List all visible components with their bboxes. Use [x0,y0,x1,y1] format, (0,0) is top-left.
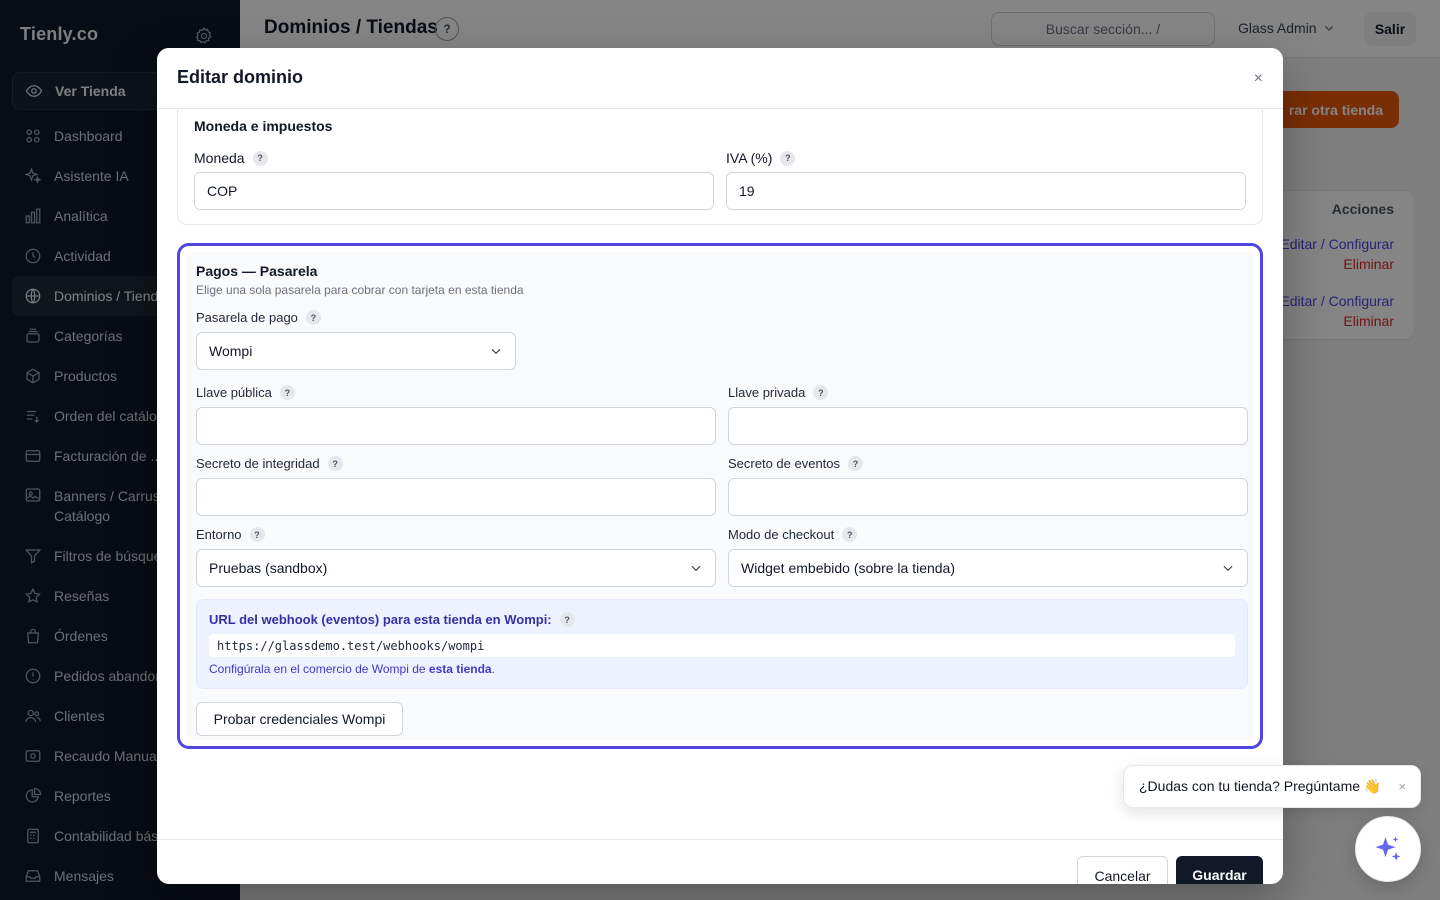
vat-label: IVA (%) ? [726,150,796,166]
environment-select[interactable]: Pruebas (sandbox) [196,549,716,587]
modal-header: Editar dominio × [157,48,1283,109]
test-credentials-button[interactable]: Probar credenciales Wompi [196,702,403,736]
currency-input[interactable]: COP [194,172,714,210]
environment-label: Entorno ? [196,527,265,542]
webhook-info-box: URL del webhook (eventos) para esta tien… [196,599,1248,689]
modal-footer: Cancelar Guardar [157,839,1283,884]
help-icon[interactable]: ? [279,385,295,400]
section-title: Pagos — Pasarela [196,263,318,279]
gateway-label: Pasarela de pago ? [196,310,321,325]
events-secret-label-text: Secreto de eventos [728,456,841,471]
private-key-label: Llave privada ? [728,385,829,400]
chevron-down-icon [491,348,501,355]
help-icon[interactable]: ? [780,150,796,166]
events-secret-input[interactable] [728,478,1248,516]
help-icon[interactable]: ? [559,612,575,627]
section-subtitle: Elige una sola pasarela para cobrar con … [196,283,524,297]
gateway-label-text: Pasarela de pago [196,310,298,325]
section-title: Moneda e impuestos [194,118,333,134]
help-icon[interactable]: ? [848,456,864,471]
currency-label-text: Moneda [194,150,245,166]
environment-select-value: Pruebas (sandbox) [209,560,328,576]
help-icon[interactable]: ? [813,385,829,400]
close-icon[interactable]: × [1254,70,1263,88]
checkout-mode-label: Modo de checkout ? [728,527,858,542]
webhook-title: URL del webhook (eventos) para esta tien… [209,612,575,627]
webhook-note-bold: esta tienda [428,662,492,676]
private-key-input[interactable] [728,407,1248,445]
vat-input[interactable]: 19 [726,172,1246,210]
integrity-secret-label-text: Secreto de integridad [196,456,320,471]
webhook-url[interactable]: https://glassdemo.test/webhooks/wompi [209,634,1235,657]
chevron-down-icon [691,565,701,572]
checkout-mode-select[interactable]: Widget embebido (sobre la tienda) [728,549,1248,587]
modal-title: Editar dominio [177,67,303,87]
help-icon[interactable]: ? [327,456,343,471]
currency-label: Moneda ? [194,150,268,166]
webhook-note-suffix: . [491,662,495,676]
close-icon[interactable]: × [1398,779,1406,794]
webhook-note-text: Configúrala en el comercio de Wompi de [209,662,429,676]
checkout-mode-select-value: Widget embebido (sobre la tienda) [741,560,956,576]
public-key-label: Llave pública ? [196,385,295,400]
ai-chat-button[interactable] [1355,816,1421,882]
chat-prompt-text: ¿Dudas con tu tienda? Pregúntame 👋 [1139,778,1382,794]
help-icon[interactable]: ? [249,527,265,542]
webhook-note: Configúrala en el comercio de Wompi de e… [209,662,495,676]
public-key-input[interactable] [196,407,716,445]
payment-gateway-section: Pagos — Pasarela Elige una sola pasarela… [177,243,1263,749]
checkout-mode-label-text: Modo de checkout [728,527,835,542]
save-button[interactable]: Guardar [1176,856,1263,884]
gateway-select[interactable]: Wompi [196,332,516,370]
webhook-title-text: URL del webhook (eventos) para esta tien… [209,612,552,627]
vat-label-text: IVA (%) [726,150,773,166]
help-icon[interactable]: ? [305,310,321,325]
payment-gateway-panel: Pagos — Pasarela Elige una sola pasarela… [186,252,1254,740]
environment-label-text: Entorno [196,527,242,542]
sparkles-icon [1375,836,1401,861]
help-icon[interactable]: ? [252,150,268,166]
gateway-select-value: Wompi [209,343,253,359]
chat-prompt-bubble[interactable]: ¿Dudas con tu tienda? Pregúntame 👋 × [1123,765,1421,808]
edit-domain-modal: Moneda e impuestos Moneda ? COP IVA (%) … [157,48,1283,884]
chevron-down-icon [1223,565,1233,572]
cancel-button[interactable]: Cancelar [1077,856,1168,884]
integrity-secret-label: Secreto de integridad ? [196,456,343,471]
private-key-label-text: Llave privada [728,385,806,400]
public-key-label-text: Llave pública [196,385,272,400]
help-icon[interactable]: ? [842,527,858,542]
integrity-secret-input[interactable] [196,478,716,516]
events-secret-label: Secreto de eventos ? [728,456,864,471]
